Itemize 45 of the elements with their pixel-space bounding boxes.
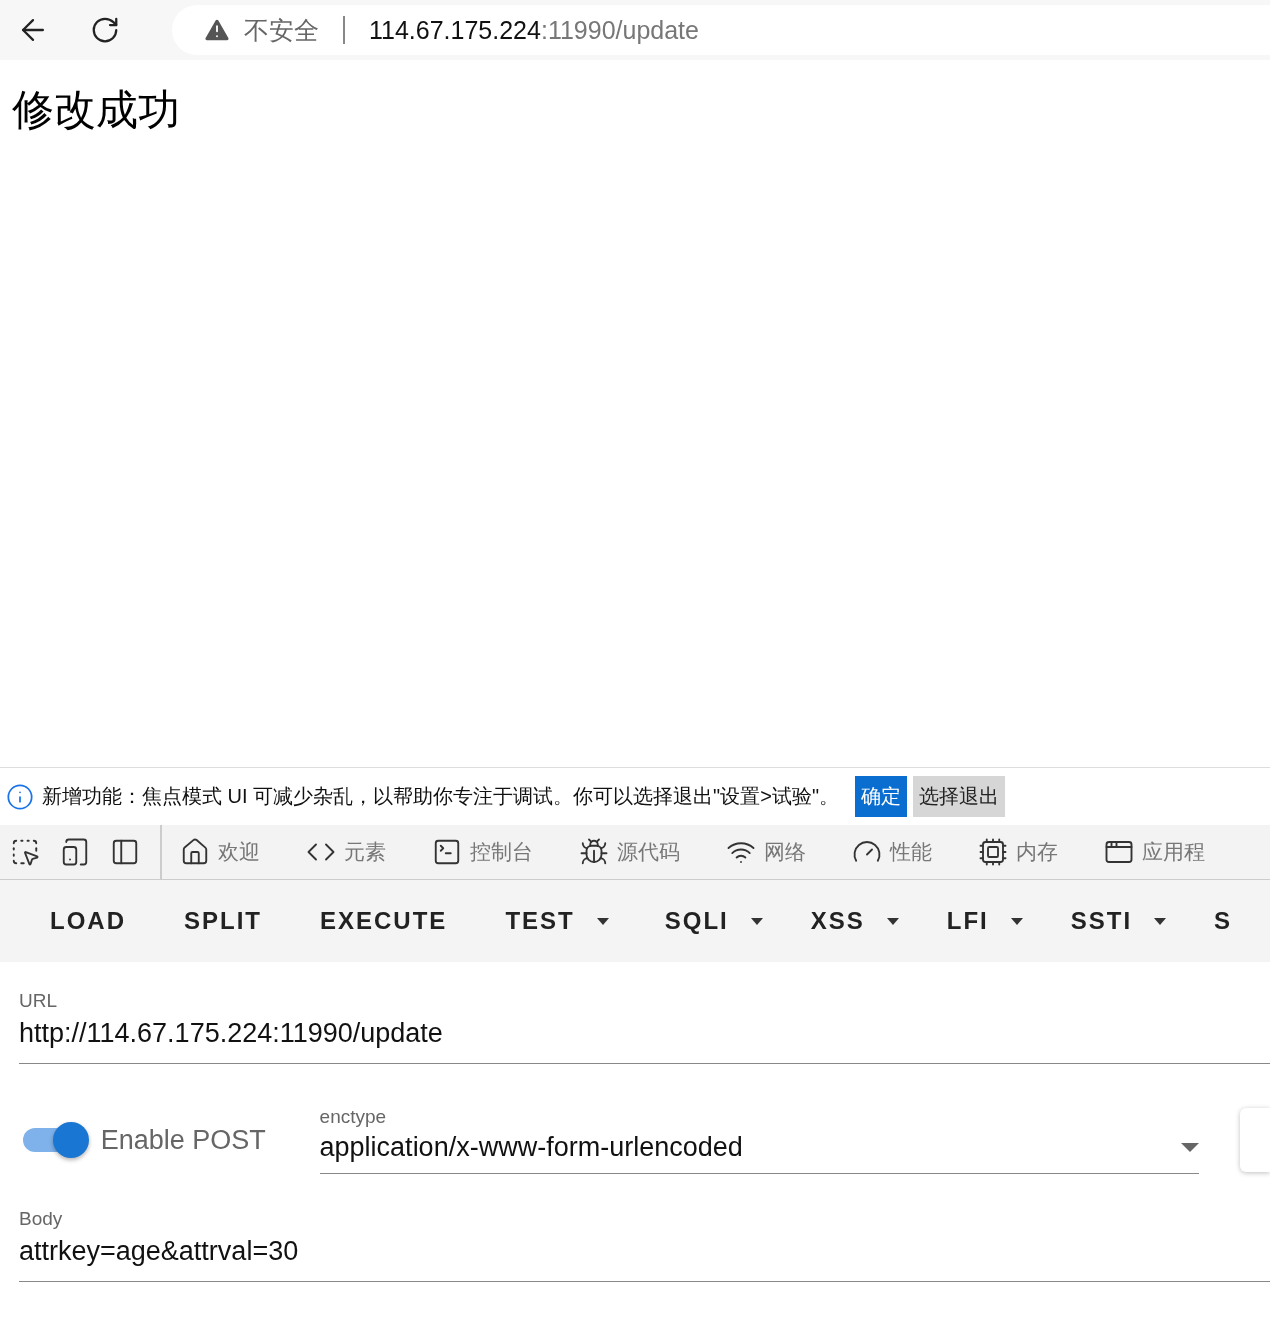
page-heading: 修改成功 — [12, 85, 181, 135]
devtools-tab[interactable]: 元素 — [306, 837, 386, 867]
body-field[interactable]: attrkey=age&attrval=30 — [19, 1230, 1270, 1282]
caret-icon — [596, 917, 609, 925]
hackbar-button[interactable]: S — [1194, 895, 1253, 947]
infobar-message: 新增功能：焦点模式 UI 可减少杂乱，以帮助你专注于调试。你可以选择退出"设置>试验"。 — [42, 784, 839, 809]
caret-icon — [1154, 917, 1167, 925]
address-bar[interactable]: 不安全 114.67.175.224:11990/update — [172, 5, 1270, 55]
hackbar-button[interactable]: TEST — [485, 895, 629, 947]
devtools-tab[interactable]: 欢迎 — [180, 837, 260, 867]
hackbar-button[interactable]: SSTI — [1050, 895, 1187, 947]
devtools-tab[interactable]: 控制台 — [432, 837, 533, 867]
bug-icon — [579, 837, 609, 867]
hackbar-button[interactable]: EXECUTE — [300, 895, 468, 947]
enctype-label: enctype — [319, 1106, 388, 1128]
devtools-tab[interactable]: 内存 — [978, 837, 1058, 867]
caret-icon — [1010, 917, 1023, 925]
hackbar-button[interactable]: SQLI — [644, 895, 783, 947]
caret-icon — [1181, 1143, 1200, 1152]
infobar-button[interactable]: 确定 — [855, 776, 907, 817]
terminal-icon — [432, 837, 462, 867]
enctype-select[interactable]: application/x-www-form-urlencoded — [319, 1128, 1200, 1174]
reload-button[interactable] — [90, 15, 120, 45]
post-label: Enable POST — [100, 1124, 267, 1156]
hackbar-button[interactable]: LOAD — [30, 895, 146, 947]
url-label: URL — [19, 990, 58, 1012]
hackbar-button[interactable]: XSS — [790, 895, 919, 947]
devtools-tab[interactable]: 源代码 — [579, 837, 680, 867]
house-icon — [180, 837, 210, 867]
caret-icon — [750, 917, 763, 925]
chip-icon — [978, 837, 1008, 867]
url-path: :11990/update — [540, 15, 699, 45]
devtools-tab[interactable]: 性能 — [852, 837, 932, 867]
devtools-tab[interactable]: 应用程 — [1104, 837, 1205, 867]
caret-icon — [886, 917, 899, 925]
security-label: 不安全 — [244, 14, 319, 46]
infobar-button[interactable]: 选择退出 — [913, 776, 1005, 817]
hackbar-button[interactable]: LFI — [926, 895, 1043, 947]
info-icon — [6, 782, 34, 811]
url-field[interactable]: http://114.67.175.224:11990/update — [19, 1012, 1270, 1064]
hackbar-button[interactable]: SPLIT — [164, 895, 282, 947]
post-toggle[interactable] — [23, 1120, 89, 1160]
devtools-tab[interactable]: 网络 — [726, 837, 806, 867]
url-host: 114.67.175.224 — [369, 15, 541, 45]
body-label: Body — [19, 1208, 64, 1230]
